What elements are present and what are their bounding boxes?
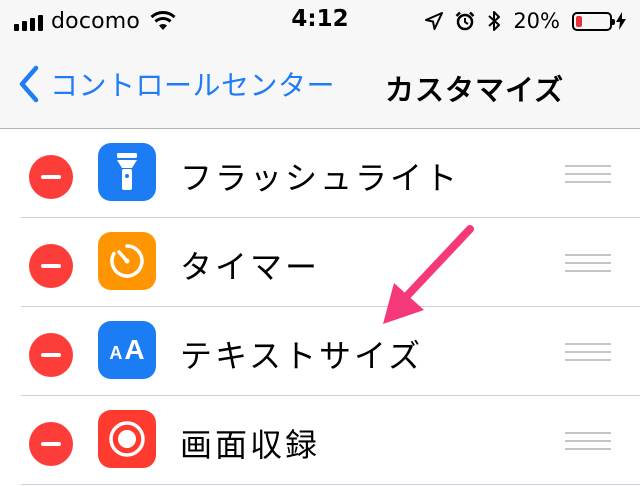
back-button[interactable]: コントロールセンター (14, 64, 335, 104)
text-size-glyph: AA (109, 334, 145, 365)
page-title: カスタマイズ (385, 73, 565, 107)
list-item: AA テキストサイズ (0, 307, 640, 396)
screen-record-icon (98, 410, 156, 468)
back-label: コントロールセンター (50, 69, 336, 102)
status-bar: docomo 4:12 20% (0, 0, 640, 42)
remove-text-size-button[interactable] (29, 333, 73, 377)
remove-timer-button[interactable] (29, 244, 73, 288)
battery-icon (572, 11, 615, 31)
control-label: タイマー (180, 248, 321, 286)
charging-icon (616, 12, 626, 30)
navigation-bar: コントロールセンター カスタマイズ (0, 42, 640, 129)
controls-list: フラッシュライト タイマー AA テキストサイズ 画面収録 (0, 129, 640, 485)
battery-fill (576, 15, 582, 27)
list-item: タイマー (0, 218, 640, 307)
chevron-left-icon (19, 65, 39, 103)
remove-flashlight-button[interactable] (29, 155, 73, 199)
location-icon (425, 12, 444, 30)
battery-percent: 20% (513, 9, 560, 33)
bluetooth-icon (488, 11, 501, 31)
timer-icon (98, 232, 156, 290)
text-size-icon: AA (98, 321, 156, 379)
control-label: フラッシュライト (180, 159, 461, 197)
reorder-handle[interactable] (565, 254, 611, 272)
status-right: 20% (425, 6, 626, 36)
control-label: テキストサイズ (180, 337, 424, 375)
alarm-icon (455, 11, 475, 31)
reorder-handle[interactable] (565, 343, 611, 361)
list-item: フラッシュライト (0, 129, 640, 218)
reorder-handle[interactable] (565, 165, 611, 183)
reorder-handle[interactable] (565, 432, 611, 450)
remove-screen-record-button[interactable] (29, 422, 73, 466)
control-label: 画面収録 (180, 426, 321, 464)
flashlight-icon (98, 143, 156, 201)
list-item: 画面収録 (0, 396, 640, 485)
